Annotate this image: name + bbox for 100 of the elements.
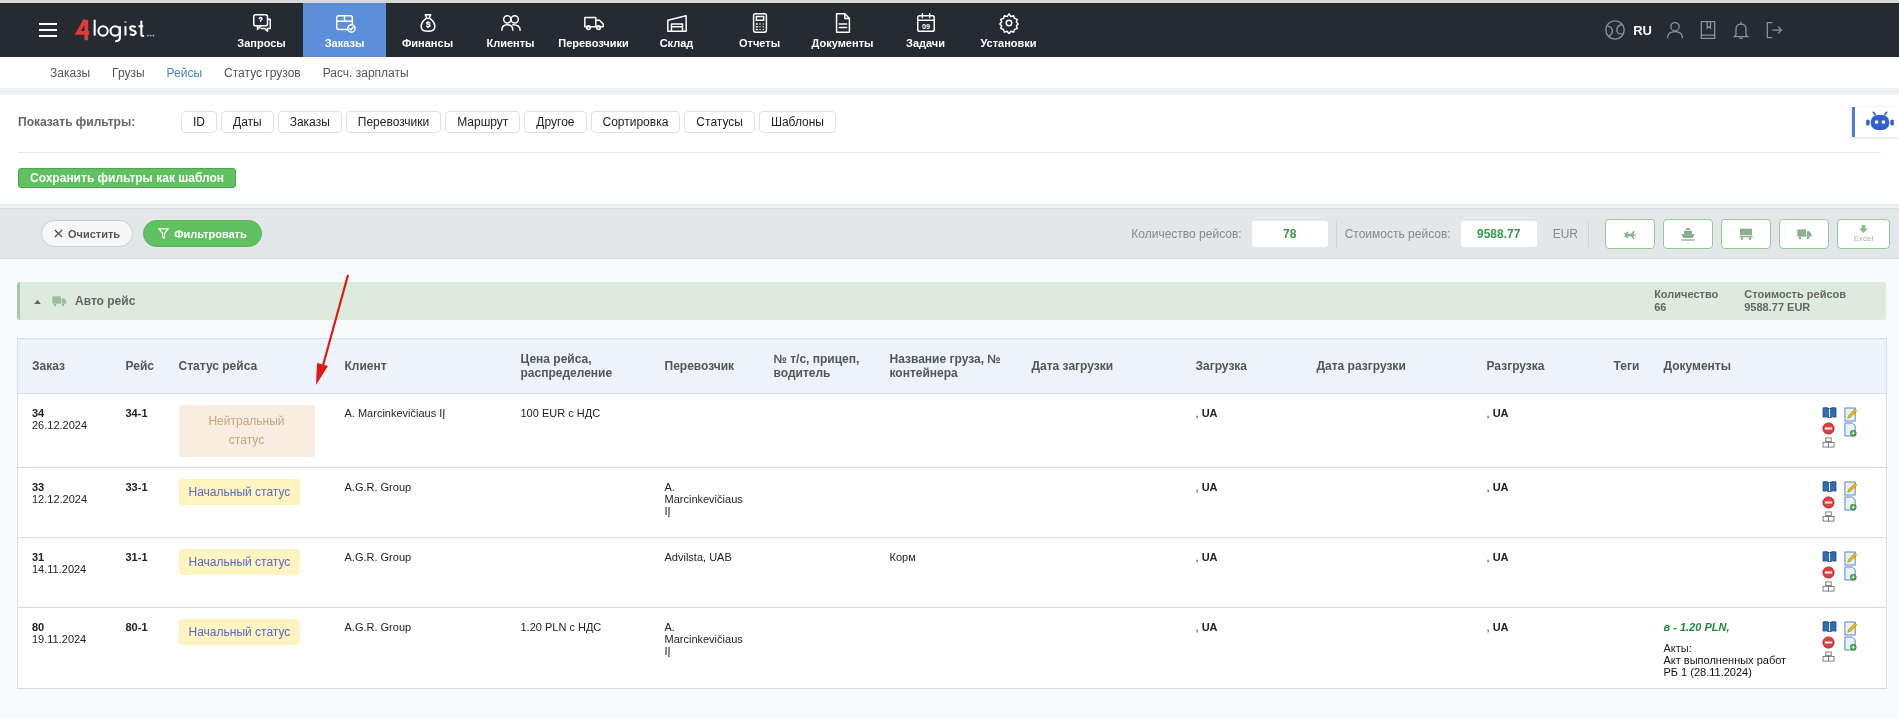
group-header[interactable]: Авто рейс Количество 66 Стоимость рейсов 9588.77 EUR [17,282,1886,320]
unloading-cell: , UA [1486,621,1509,633]
nav-tab[interactable]: Перевозчики [552,3,635,57]
add-document-icon[interactable] [1843,496,1857,511]
filter-button[interactable]: Даты [221,111,274,133]
group-cost-value: 9588.77 EUR [1744,301,1812,314]
book-icon[interactable] [1698,20,1718,40]
payment-text: в - 1.20 PLN, [1663,621,1730,633]
filter-button[interactable]: ID [181,111,217,133]
book-icon[interactable] [1821,551,1837,562]
nav-tab[interactable]: Финансы [386,3,469,57]
ship-icon [1680,225,1696,242]
filter-icon [158,228,170,239]
delete-icon[interactable] [1821,496,1835,509]
filter-button[interactable]: Сортировка [590,111,681,133]
filters-label: Показать фильтры: [18,115,137,129]
loading-cell: , UA [1195,481,1218,493]
carrier-cell-text: Advilsta, UAB [664,551,733,563]
order-number[interactable]: 31 [32,551,45,563]
book-icon[interactable] [1821,481,1837,492]
status-badge[interactable]: Начальный статус [178,479,301,505]
loading-cell: , UA [1195,551,1218,563]
order-date: 26.12.2024 [32,419,89,431]
trip-number[interactable]: 34-1 [125,407,148,419]
edit-icon[interactable] [1843,481,1857,496]
nav-tab[interactable]: Установки [967,3,1050,57]
price-cell: 1.20 PLN с НДС [520,621,602,633]
add-document-icon[interactable] [1843,636,1857,651]
caret-icon[interactable] [34,298,41,304]
trip-number[interactable]: 80-1 [125,621,148,633]
subnav-tab[interactable]: Расч. зарплаты [311,65,420,80]
filter-button[interactable]: Заказы [277,111,342,133]
subnav-tab[interactable]: Грузы [101,65,156,80]
order-date: 14.11.2024 [32,563,88,575]
delete-icon[interactable] [1821,422,1835,435]
edit-icon[interactable] [1843,551,1857,566]
delete-icon[interactable] [1821,636,1835,649]
group-count-label: Количество [1654,288,1719,301]
transport-filter-button[interactable] [1779,218,1829,249]
subnav-tab[interactable]: Рейсы [155,65,214,80]
unloading-cell: , UA [1486,551,1509,563]
order-date: 19.11.2024 [32,633,88,645]
book-icon[interactable] [1821,621,1837,632]
filter-button[interactable]: Статусы [684,111,755,133]
subnav-tab[interactable]: Заказы [39,65,102,80]
cargo-cell: Корм [889,551,916,563]
boxes-icon[interactable] [1821,651,1835,662]
carrier-cell-text: A. Marcinkevičiaus IĮ [664,621,744,657]
menu-icon[interactable] [39,23,57,37]
trip-number[interactable]: 31-1 [125,551,148,563]
order-number[interactable]: 80 [32,621,45,633]
transport-filter-button[interactable] [1663,218,1713,249]
nav-tab[interactable]: Документы [801,3,884,57]
filter-button[interactable]: Шаблоны [758,111,836,133]
close-icon [54,229,63,238]
edit-icon[interactable] [1843,407,1857,422]
nav-tab[interactable]: Клиенты [469,3,552,57]
act-link[interactable]: Акт выполненных работ РБ 1 (28.11.2024) [1663,654,1794,678]
boxes-icon[interactable] [1821,511,1835,522]
filter-button[interactable]: Маршрут [445,111,521,133]
column-header[interactable]: Заказ [32,359,118,373]
trip-number[interactable]: 33-1 [125,481,148,493]
boxes-icon[interactable] [1821,581,1835,592]
status-badge[interactable]: Начальный статус [178,549,301,575]
unloading-cell: , UA [1486,407,1509,419]
add-document-icon[interactable] [1843,566,1857,581]
filter-button[interactable]: Перевозчики [345,111,442,133]
robot-icon[interactable] [1852,107,1899,137]
calendar-icon: 09 [914,11,937,34]
bell-icon[interactable] [1731,20,1751,40]
status-badge[interactable]: Начальный статус [178,619,301,645]
nav-tab[interactable]: Запросы [220,3,303,57]
nav-tab[interactable]: 09 Задачи [884,3,967,57]
nav-tab[interactable]: Склад [635,3,718,57]
add-document-icon[interactable] [1843,422,1857,437]
trip-count-value: 78 [1251,220,1328,247]
unloading-cell: , UA [1486,481,1509,493]
carrier-cell-text: A. Marcinkevičiaus IĮ [664,481,744,517]
transport-filter-button[interactable] [1721,218,1771,249]
book-icon[interactable] [1821,407,1837,418]
truck-icon [51,293,67,309]
user-icon[interactable] [1665,20,1685,40]
delete-icon[interactable] [1821,566,1835,579]
group-cost-label: Стоимость рейсов [1744,288,1846,301]
client-cell: A.G.R. Group [344,551,412,563]
order-number[interactable]: 34 [32,407,45,419]
boxes-icon[interactable] [1821,437,1835,448]
client-cell: A.G.R. Group [344,481,412,493]
subnav-tab[interactable]: Статус грузов [213,65,312,80]
nav-tab[interactable]: Отчеты [718,3,801,57]
trip-cost-label: Стоимость рейсов: [1344,226,1451,241]
logout-icon[interactable] [1764,20,1784,40]
order-date: 12.12.2024 [32,493,89,505]
language-label[interactable]: RU [1633,22,1652,38]
edit-icon[interactable] [1843,621,1857,636]
clear-button[interactable]: Очистить [41,220,134,247]
trip-count-label: Количество рейсов: [1131,226,1242,241]
order-number[interactable]: 33 [32,481,45,493]
globe-icon[interactable] [1604,19,1627,41]
filter-button[interactable]: Другое [524,111,587,133]
